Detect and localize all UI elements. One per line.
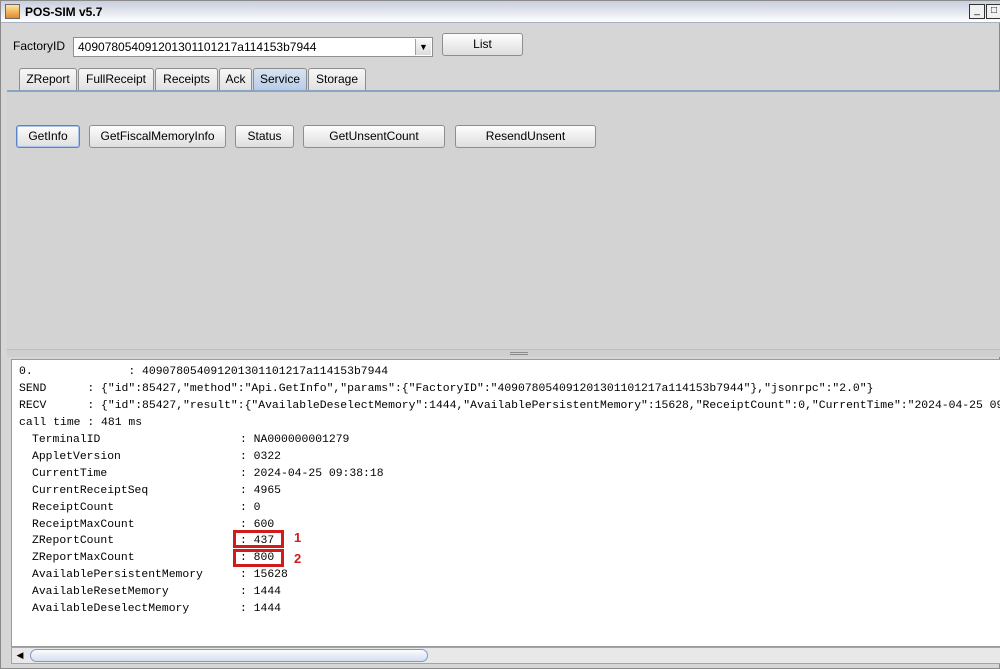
log-line-factory: 0. : 409078054091201301101217a114153b794… [19, 366, 389, 378]
field-value: : 1444 [240, 586, 282, 598]
field-row: ReceiptCount : 0 [32, 500, 261, 516]
get-fiscal-memory-info-button[interactable]: GetFiscalMemoryInfo [89, 125, 226, 148]
log-output[interactable]: 0. : 409078054091201301101217a114153b794… [11, 359, 1000, 647]
field-key: ZReportMaxCount [32, 552, 135, 564]
app-window: POS-SIM v5.7 _ □ FactoryID 4090780540912… [0, 0, 1000, 669]
tab-fullreceipt[interactable]: FullReceipt [78, 68, 154, 90]
field-row: AvailableResetMemory : 1444 [32, 584, 281, 600]
tab-service[interactable]: Service [253, 68, 307, 90]
field-row: CurrentTime : 2024-04-25 09:38:18 [32, 466, 384, 482]
factory-id-value: 409078054091201301101217a114153b7944 [78, 40, 317, 54]
field-row: AvailableDeselectMemory : 1444 [32, 601, 281, 617]
annotation-label-2: 2 [294, 551, 302, 566]
field-key: AvailableResetMemory [32, 586, 169, 598]
field-value: : 2024-04-25 09:38:18 [240, 468, 384, 480]
log-line-call-time: call time : 481 ms [19, 417, 143, 429]
field-key: ReceiptMaxCount [32, 519, 135, 531]
split-pane-divider[interactable] [7, 349, 1000, 357]
java-app-icon [5, 4, 20, 19]
field-value: : 0 [240, 502, 261, 514]
chevron-down-icon[interactable]: ▼ [415, 39, 431, 55]
field-value: : 15628 [240, 569, 288, 581]
field-key: ReceiptCount [32, 502, 115, 514]
field-key: CurrentReceiptSeq [32, 485, 149, 497]
title-bar[interactable]: POS-SIM v5.7 _ □ [1, 1, 1000, 23]
splitter-grip-icon[interactable] [510, 352, 528, 355]
resend-unsent-button[interactable]: ResendUnsent [455, 125, 596, 148]
field-row: TerminalID : NA000000001279 [32, 432, 349, 448]
annotation-label-1: 1 [294, 530, 302, 545]
field-key: AvailableDeselectMemory [32, 603, 190, 615]
field-value: : 4965 [240, 485, 282, 497]
field-row: AppletVersion : 0322 [32, 449, 281, 465]
field-key: TerminalID [32, 434, 101, 446]
annotation-box-1 [233, 530, 284, 548]
log-line-send: SEND : {"id":85427,"method":"Api.GetInfo… [19, 383, 874, 395]
annotation-box-2 [233, 549, 284, 567]
field-key: ZReportCount [32, 535, 115, 547]
field-key: AvailablePersistentMemory [32, 569, 203, 581]
get-unsent-count-button[interactable]: GetUnsentCount [303, 125, 445, 148]
minimize-button[interactable]: _ [969, 4, 985, 19]
field-key: CurrentTime [32, 468, 108, 480]
factory-id-dropdown[interactable]: 409078054091201301101217a114153b7944 ▼ [73, 37, 433, 57]
factory-id-label: FactoryID [13, 39, 66, 53]
scroll-left-icon[interactable]: ◀ [12, 648, 28, 663]
status-button[interactable]: Status [235, 125, 294, 148]
tab-zreport[interactable]: ZReport [19, 68, 77, 90]
tab-storage[interactable]: Storage [308, 68, 366, 90]
tab-ack[interactable]: Ack [219, 68, 252, 90]
field-value: : NA000000001279 [240, 434, 350, 446]
field-value: : 0322 [240, 451, 282, 463]
field-row: AvailablePersistentMemory : 15628 [32, 567, 288, 583]
field-key: AppletVersion [32, 451, 121, 463]
scrollbar-thumb[interactable] [30, 649, 428, 662]
field-value: : 1444 [240, 603, 282, 615]
tab-receipts[interactable]: Receipts [155, 68, 218, 90]
log-line-recv: RECV : {"id":85427,"result":{"AvailableD… [19, 400, 1000, 412]
get-info-button[interactable]: GetInfo [16, 125, 80, 148]
field-row: CurrentReceiptSeq : 4965 [32, 483, 281, 499]
window-title: POS-SIM v5.7 [25, 5, 103, 19]
list-button[interactable]: List [442, 33, 523, 56]
maximize-button[interactable]: □ [986, 4, 1000, 19]
horizontal-scrollbar[interactable]: ◀ [11, 647, 1000, 664]
